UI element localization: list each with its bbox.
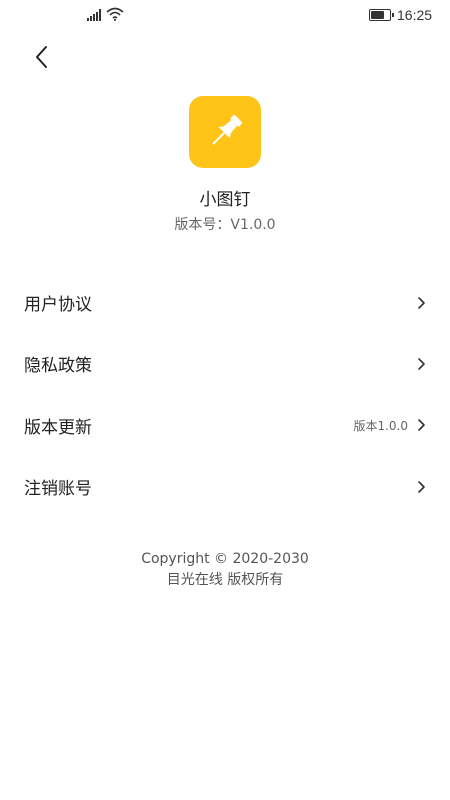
- chevron-right-icon: [418, 419, 425, 432]
- menu-item-label: 隐私政策: [24, 356, 92, 377]
- menu-item-version-update[interactable]: 版本更新 版本1.0.0: [0, 395, 450, 456]
- app-icon: [189, 96, 261, 168]
- menu-item-label: 用户协议: [24, 295, 92, 316]
- company-text: 目光在线 版权所有: [166, 572, 284, 588]
- battery-icon: [369, 9, 394, 21]
- menu-item-privacy-policy[interactable]: 隐私政策: [0, 333, 450, 394]
- battery-level: [371, 11, 384, 19]
- chevron-right-icon: [418, 358, 425, 370]
- pushpin-icon: [212, 114, 243, 145]
- menu-item-right: [416, 296, 426, 310]
- menu-item-right: [416, 480, 426, 494]
- menu-item-label: 注销账号: [24, 479, 92, 500]
- wifi-icon: [106, 7, 124, 21]
- menu-item-label: 版本更新: [24, 417, 92, 438]
- settings-menu: 用户协议 隐私政策 版本更新 版本1.0.0 注销账号: [0, 272, 450, 517]
- copyright-text: Copyright © 2020-2030: [141, 551, 309, 567]
- menu-item-right: 版本1.0.0: [353, 417, 426, 434]
- app-version: 版本号：V1.0.0: [174, 217, 276, 233]
- menu-item-user-agreement[interactable]: 用户协议: [0, 272, 450, 333]
- status-bar: 16:25: [0, 0, 450, 30]
- signal-icon: [87, 9, 101, 21]
- app-name: 小图钉: [199, 190, 251, 210]
- back-button[interactable]: [24, 40, 58, 74]
- current-version-label: 版本1.0.0: [353, 418, 408, 433]
- footer: Copyright © 2020-2030 目光在线 版权所有: [0, 549, 450, 591]
- chevron-right-icon: [418, 480, 425, 493]
- status-time: 16:25: [397, 7, 433, 23]
- menu-item-delete-account[interactable]: 注销账号: [0, 456, 450, 517]
- menu-item-right: [416, 357, 426, 371]
- chevron-left-icon: [36, 46, 47, 68]
- chevron-right-icon: [418, 296, 425, 309]
